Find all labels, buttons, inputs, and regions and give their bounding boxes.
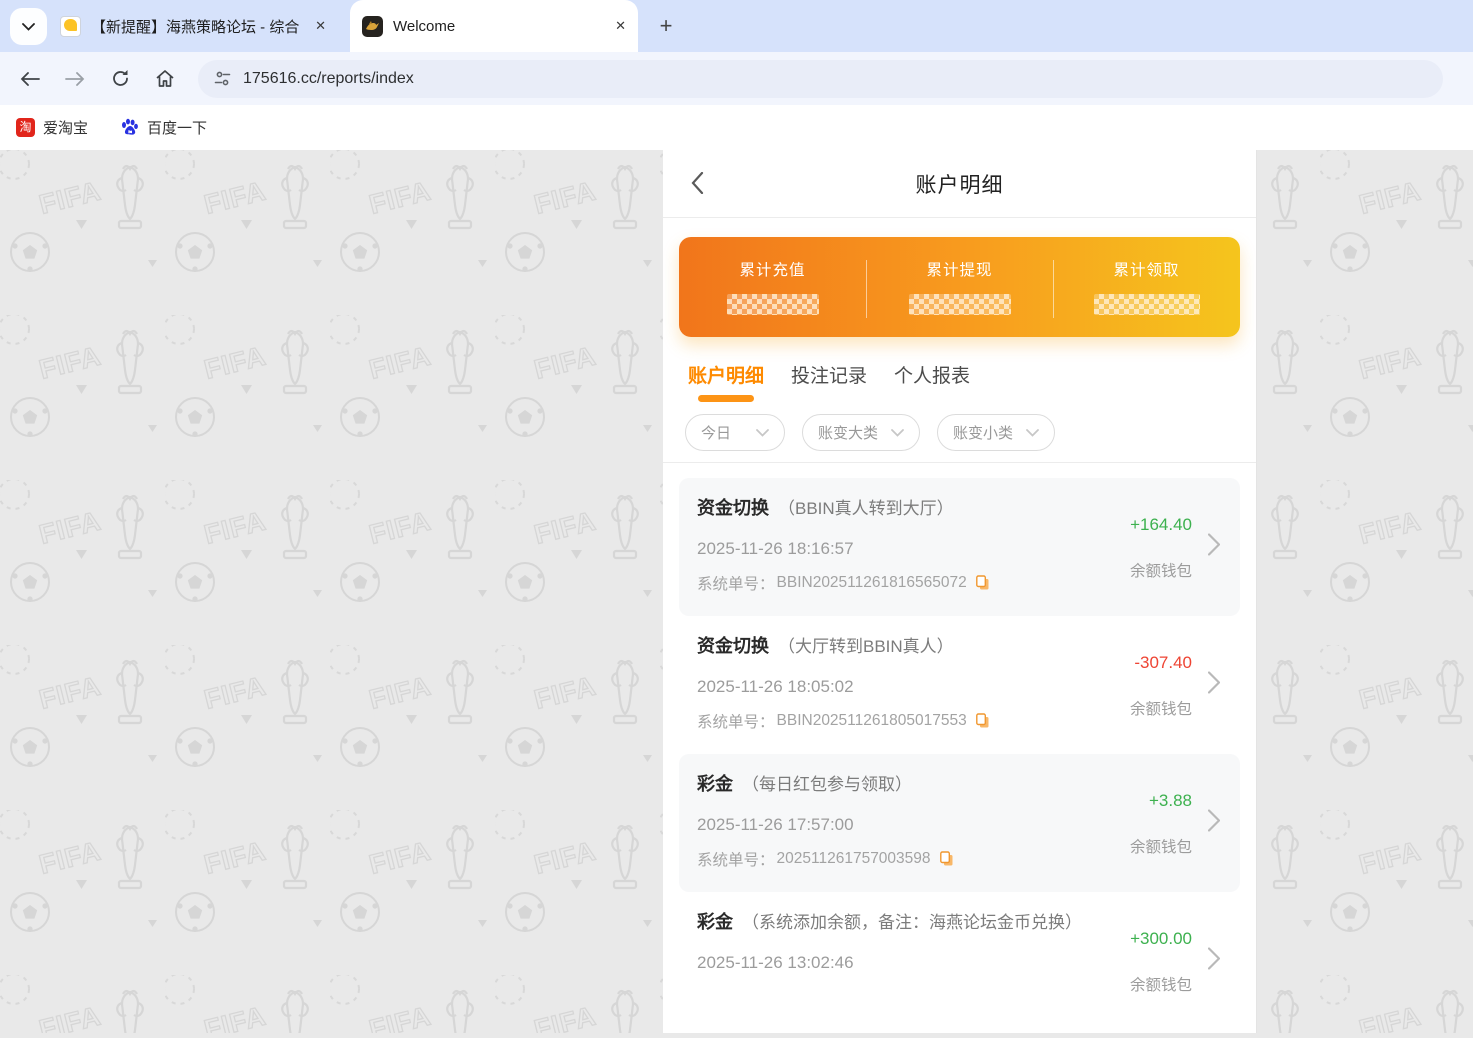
browser-tab-forum[interactable]: 【新提醒】海燕策略论坛 - 综合 ✕ bbox=[48, 0, 338, 52]
transaction-wallet: 余额钱包 bbox=[1129, 839, 1192, 856]
browser-tab-strip: 【新提醒】海燕策略论坛 - 综合 ✕ Welcome ✕ + bbox=[0, 0, 1473, 52]
panel-header: 账户明细 bbox=[663, 150, 1256, 218]
bookmark-label: 爱淘宝 bbox=[43, 120, 89, 137]
transaction-amount: +300.00 bbox=[1130, 929, 1192, 948]
masked-value bbox=[1093, 294, 1200, 315]
chevron-down-icon bbox=[22, 22, 35, 31]
reload-button[interactable] bbox=[105, 64, 135, 94]
page-title: 账户明细 bbox=[915, 173, 1004, 197]
welcome-favicon-icon bbox=[362, 15, 383, 37]
summary-label: 累计提现 bbox=[926, 262, 993, 279]
filter-major-type-dropdown[interactable]: 账变大类 bbox=[802, 414, 920, 451]
transaction-amount: -307.40 bbox=[1134, 653, 1192, 672]
new-tab-button[interactable]: + bbox=[652, 12, 680, 40]
summary-item: 累计提现 bbox=[866, 258, 1053, 337]
tab-personal-report[interactable]: 个人报表 bbox=[894, 361, 970, 402]
site-settings-icon bbox=[214, 71, 231, 86]
transaction-order-row: 系统单号： BBIN202511261816565072 bbox=[697, 572, 1092, 594]
back-chevron-button[interactable] bbox=[691, 171, 715, 196]
copy-icon[interactable] bbox=[975, 713, 990, 729]
back-arrow-icon bbox=[20, 71, 40, 86]
filter-date-dropdown[interactable]: 今日 bbox=[685, 414, 785, 451]
filter-minor-type-dropdown[interactable]: 账变小类 bbox=[937, 414, 1055, 451]
home-icon bbox=[156, 70, 174, 87]
masked-value bbox=[908, 294, 1011, 315]
reload-icon bbox=[112, 70, 128, 86]
transaction-item[interactable]: 资金切换 （大厅转到BBIN真人） 2025-11-26 18:05:02 系统单… bbox=[679, 616, 1240, 754]
back-button[interactable] bbox=[15, 64, 45, 94]
transaction-note: （每日红包参与领取） bbox=[742, 775, 912, 794]
account-panel: 账户明细 累计充值 累计提现 累计领取 账户明细 投注记录 个人报表 今日 账变大类… bbox=[663, 150, 1257, 1033]
transaction-list: 资金切换 （BBIN真人转到大厅） 2025-11-26 18:16:57 系统单… bbox=[663, 478, 1256, 1030]
transaction-type: 资金切换 bbox=[697, 636, 769, 656]
chevron-down-icon bbox=[756, 428, 769, 437]
transaction-amount: +3.88 bbox=[1148, 791, 1192, 810]
chevron-right-icon[interactable] bbox=[1207, 533, 1221, 561]
bookmark-baidu[interactable]: 百度一下 bbox=[120, 117, 207, 138]
browser-tab-welcome[interactable]: Welcome ✕ bbox=[350, 0, 638, 52]
tab-close-icon[interactable]: ✕ bbox=[315, 18, 326, 34]
bookmark-taobao[interactable]: 淘 爱淘宝 bbox=[16, 117, 88, 138]
bookmarks-bar: 淘 爱淘宝 百度一下 bbox=[0, 105, 1473, 150]
copy-icon[interactable] bbox=[975, 575, 990, 591]
transaction-datetime: 2025-11-26 17:57:00 bbox=[697, 815, 854, 834]
copy-icon[interactable] bbox=[939, 851, 954, 867]
taobao-icon: 淘 bbox=[16, 118, 35, 137]
tab-bet-records[interactable]: 投注记录 bbox=[791, 361, 867, 402]
tab-title: Welcome bbox=[393, 17, 456, 35]
transaction-note: （BBIN真人转到大厅） bbox=[778, 499, 954, 518]
panel-tabs: 账户明细 投注记录 个人报表 bbox=[663, 337, 1256, 403]
transaction-type: 资金切换 bbox=[697, 498, 769, 518]
transaction-datetime: 2025-11-26 18:05:02 bbox=[697, 677, 854, 696]
transaction-type: 彩金 bbox=[697, 774, 733, 794]
tab-search-button[interactable] bbox=[10, 8, 47, 45]
chevron-left-icon bbox=[691, 171, 704, 195]
chevron-down-icon bbox=[1026, 428, 1039, 437]
transaction-item[interactable]: 资金切换 （BBIN真人转到大厅） 2025-11-26 18:16:57 系统单… bbox=[679, 478, 1240, 616]
summary-card: 累计充值 累计提现 累计领取 bbox=[679, 237, 1240, 337]
transaction-wallet: 余额钱包 bbox=[1129, 563, 1192, 580]
tab-title: 【新提醒】海燕策略论坛 - 综合 bbox=[91, 18, 300, 36]
url-text: 175616.cc/reports/index bbox=[243, 69, 414, 87]
transaction-wallet: 余额钱包 bbox=[1129, 977, 1192, 994]
summary-label: 累计充值 bbox=[739, 262, 806, 279]
transaction-order-row: 系统单号： BBIN202511261805017553 bbox=[697, 710, 1092, 732]
summary-label: 累计领取 bbox=[1113, 262, 1180, 279]
chevron-right-icon[interactable] bbox=[1207, 809, 1221, 837]
address-bar[interactable]: 175616.cc/reports/index bbox=[198, 59, 1443, 98]
filter-row: 今日 账变大类 账变小类 bbox=[663, 403, 1256, 463]
tab-close-icon[interactable]: ✕ bbox=[615, 18, 626, 34]
forward-button[interactable] bbox=[60, 64, 90, 94]
summary-item: 累计充值 bbox=[679, 258, 866, 337]
transaction-note: （大厅转到BBIN真人） bbox=[778, 637, 954, 656]
bookmark-label: 百度一下 bbox=[147, 120, 208, 137]
masked-value bbox=[726, 294, 819, 315]
transaction-order-row: 系统单号： 202511261757003598 bbox=[697, 848, 1092, 870]
forum-favicon-icon bbox=[60, 15, 81, 37]
transaction-datetime: 2025-11-26 18:16:57 bbox=[697, 539, 854, 558]
home-button[interactable] bbox=[150, 64, 180, 94]
transaction-amount: +164.40 bbox=[1130, 515, 1192, 534]
transaction-item[interactable]: 彩金 （每日红包参与领取） 2025-11-26 17:57:00 系统单号： 20… bbox=[679, 754, 1240, 892]
chevron-down-icon bbox=[891, 428, 904, 437]
baidu-icon bbox=[120, 118, 139, 137]
transaction-type: 彩金 bbox=[697, 912, 733, 932]
transaction-note: （系统添加余额，备注：海燕论坛金币兑换） bbox=[742, 913, 1082, 932]
transaction-wallet: 余额钱包 bbox=[1129, 701, 1192, 718]
chevron-right-icon[interactable] bbox=[1207, 671, 1221, 699]
transaction-datetime: 2025-11-26 13:02:46 bbox=[697, 953, 854, 972]
browser-toolbar: 175616.cc/reports/index bbox=[0, 52, 1473, 105]
chevron-right-icon[interactable] bbox=[1207, 947, 1221, 975]
forward-arrow-icon bbox=[65, 71, 85, 86]
summary-item: 累计领取 bbox=[1053, 258, 1240, 337]
transaction-item[interactable]: 彩金 （系统添加余额，备注：海燕论坛金币兑换） 2025-11-26 13:02:… bbox=[679, 892, 1240, 1030]
tab-account-detail[interactable]: 账户明细 bbox=[688, 361, 764, 402]
